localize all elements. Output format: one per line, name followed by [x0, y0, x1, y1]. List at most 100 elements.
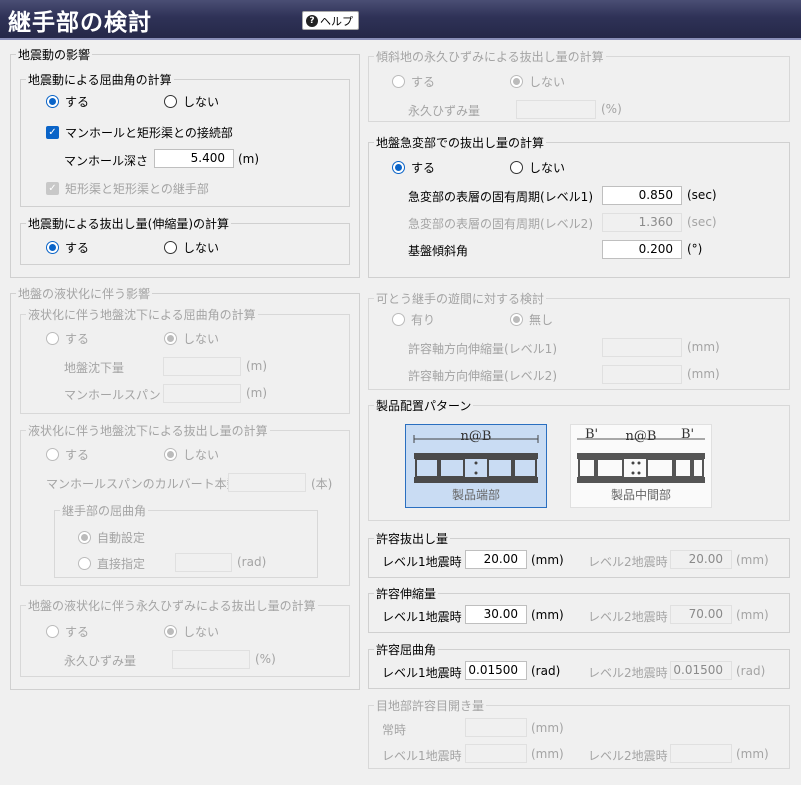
liq-bend-no-radio[interactable]: しない	[164, 330, 219, 347]
direct-input-radio[interactable]: 直接指定	[78, 555, 145, 572]
radio-label: しない	[183, 625, 220, 639]
radio-selected-icon	[164, 448, 177, 461]
quake-bend-no-radio[interactable]: しない	[164, 93, 219, 110]
pattern-mid-dim: n@B	[626, 429, 657, 444]
help-button[interactable]: ? ヘルプ	[302, 11, 359, 30]
liq-strain-input[interactable]	[172, 650, 250, 669]
joint-gap-legend: 目地部許容目開き量	[374, 697, 487, 714]
base-slope-unit: (°)	[687, 242, 703, 256]
radio-selected-icon	[164, 625, 177, 638]
manhole-depth-input[interactable]: 5.400	[154, 149, 234, 168]
liq-perm-yes-radio[interactable]: する	[46, 623, 89, 640]
radio-icon	[46, 332, 59, 345]
quake-bend-yes-radio[interactable]: する	[46, 93, 89, 110]
joint-gap-normal-input[interactable]	[465, 718, 527, 737]
joint-gap-l2-input[interactable]	[670, 744, 732, 763]
allow-pull-l1-label: レベル1地震時	[382, 555, 462, 569]
liq-strain-label: 永久ひずみ量	[64, 654, 137, 668]
period1-label: 急変部の表層の固有周期(レベル1)	[408, 190, 593, 204]
liq-pull-legend: 液状化に伴う地盤沈下による抜出し量の計算	[26, 422, 270, 439]
radio-selected-icon	[392, 161, 405, 174]
liq-perm-no-radio[interactable]: しない	[164, 623, 219, 640]
settle-input[interactable]	[163, 357, 241, 376]
pattern-mid-button[interactable]: B' n@B B' 製品中間部	[570, 424, 712, 508]
allow-pull-l1-input[interactable]: 20.00	[465, 550, 527, 569]
direct-rad-input[interactable]	[175, 553, 232, 572]
allow-pull-l2-input[interactable]: 20.00	[670, 550, 732, 569]
slope-legend: 傾斜地の永久ひずみによる抜出し量の計算	[374, 48, 606, 65]
culvert-count-unit: (本)	[311, 477, 333, 491]
radio-icon	[78, 557, 91, 570]
manhole-connection-checkbox[interactable]: ✓ マンホールと矩形渠との接続部	[46, 124, 233, 141]
flex-l2-input[interactable]	[602, 365, 682, 384]
radio-label: する	[411, 75, 436, 89]
radio-icon	[392, 313, 405, 326]
period1-input[interactable]: 0.850	[602, 186, 682, 205]
slope-yes-radio[interactable]: する	[392, 73, 435, 90]
pattern-mid-label: 製品中間部	[610, 488, 671, 502]
liq-pull-no-radio[interactable]: しない	[164, 446, 219, 463]
allow-stretch-l2-label: レベル2地震時	[588, 610, 668, 624]
settle-unit: (m)	[246, 359, 268, 373]
joint-gap-normal-unit: (mm)	[531, 721, 564, 735]
abrupt-legend: 地盤急変部での抜出し量の計算	[374, 134, 547, 151]
quake-pull-yes-radio[interactable]: する	[46, 239, 89, 256]
period2-input[interactable]: 1.360	[602, 213, 682, 232]
allow-stretch-l1-input[interactable]: 30.00	[465, 605, 527, 624]
allow-bend-l1-label: レベル1地震時	[382, 666, 462, 680]
allow-pull-l2-label: レベル2地震時	[588, 555, 668, 569]
liq-bend-yes-radio[interactable]: する	[46, 330, 89, 347]
radio-selected-icon	[510, 313, 523, 326]
abrupt-no-radio[interactable]: しない	[510, 159, 565, 176]
flex-no-radio[interactable]: 無し	[510, 311, 553, 328]
radio-label: する	[411, 161, 436, 175]
rect-joint-checkbox[interactable]: ✓ 矩形渠と矩形渠との継手部	[46, 180, 209, 197]
allow-bend-title: 許容屈曲角	[374, 641, 439, 658]
checkbox-label: 矩形渠と矩形渠との継手部	[65, 182, 209, 196]
radio-icon	[392, 75, 405, 88]
radio-label: しない	[529, 75, 566, 89]
flex-yes-radio[interactable]: 有り	[392, 311, 435, 328]
abrupt-yes-radio[interactable]: する	[392, 159, 435, 176]
slope-strain-unit: (%)	[601, 102, 622, 116]
slope-no-radio[interactable]: しない	[510, 73, 565, 90]
joint-gap-l1-unit: (mm)	[531, 747, 564, 761]
period1-unit: (sec)	[687, 188, 717, 202]
slope-strain-input[interactable]	[516, 100, 596, 119]
liq-strain-unit: (%)	[255, 652, 276, 666]
flex-l1-unit: (mm)	[687, 340, 720, 354]
checkbox-checked-icon: ✓	[46, 126, 59, 139]
liq-bend-legend: 液状化に伴う地盤沈下による屈曲角の計算	[26, 306, 258, 323]
span-input[interactable]	[163, 384, 241, 403]
allow-bend-l2-label: レベル2地震時	[588, 666, 668, 680]
allow-bend-l1-input[interactable]: 0.01500	[465, 661, 527, 680]
flex-l1-input[interactable]	[602, 338, 682, 357]
radio-selected-icon	[46, 241, 59, 254]
radio-label: 無し	[529, 313, 554, 327]
allow-stretch-l2-input[interactable]: 70.00	[670, 605, 732, 624]
radio-label: 有り	[411, 313, 436, 327]
radio-label: しない	[529, 161, 566, 175]
pattern-legend: 製品配置パターン	[374, 397, 474, 414]
culvert-count-input[interactable]	[228, 473, 306, 492]
auto-setting-radio[interactable]: 自動設定	[78, 529, 145, 546]
allow-bend-l1-unit: (rad)	[531, 664, 561, 678]
direct-rad-unit: (rad)	[237, 555, 267, 569]
liquefaction-legend: 地盤の液状化に伴う影響	[16, 285, 153, 302]
quake-pull-no-radio[interactable]: しない	[164, 239, 219, 256]
radio-icon	[46, 448, 59, 461]
radio-label: する	[65, 95, 90, 109]
span-label: マンホールスパン	[64, 388, 161, 402]
pattern-mid-diagram: B' n@B B'	[577, 427, 705, 483]
allow-pull-title: 許容抜出し量	[374, 530, 451, 547]
radio-label: する	[65, 625, 90, 639]
radio-selected-icon	[78, 531, 91, 544]
allow-stretch-l1-unit: (mm)	[531, 608, 564, 622]
allow-bend-l2-input[interactable]: 0.01500	[670, 661, 732, 680]
title-divider	[0, 38, 801, 40]
liq-pull-yes-radio[interactable]: する	[46, 446, 89, 463]
pattern-end-button[interactable]: n@B 製品端部	[405, 424, 547, 508]
base-slope-input[interactable]: 0.200	[602, 240, 682, 259]
pattern-end-label: 製品端部	[451, 488, 500, 502]
joint-gap-l1-input[interactable]	[465, 744, 527, 763]
